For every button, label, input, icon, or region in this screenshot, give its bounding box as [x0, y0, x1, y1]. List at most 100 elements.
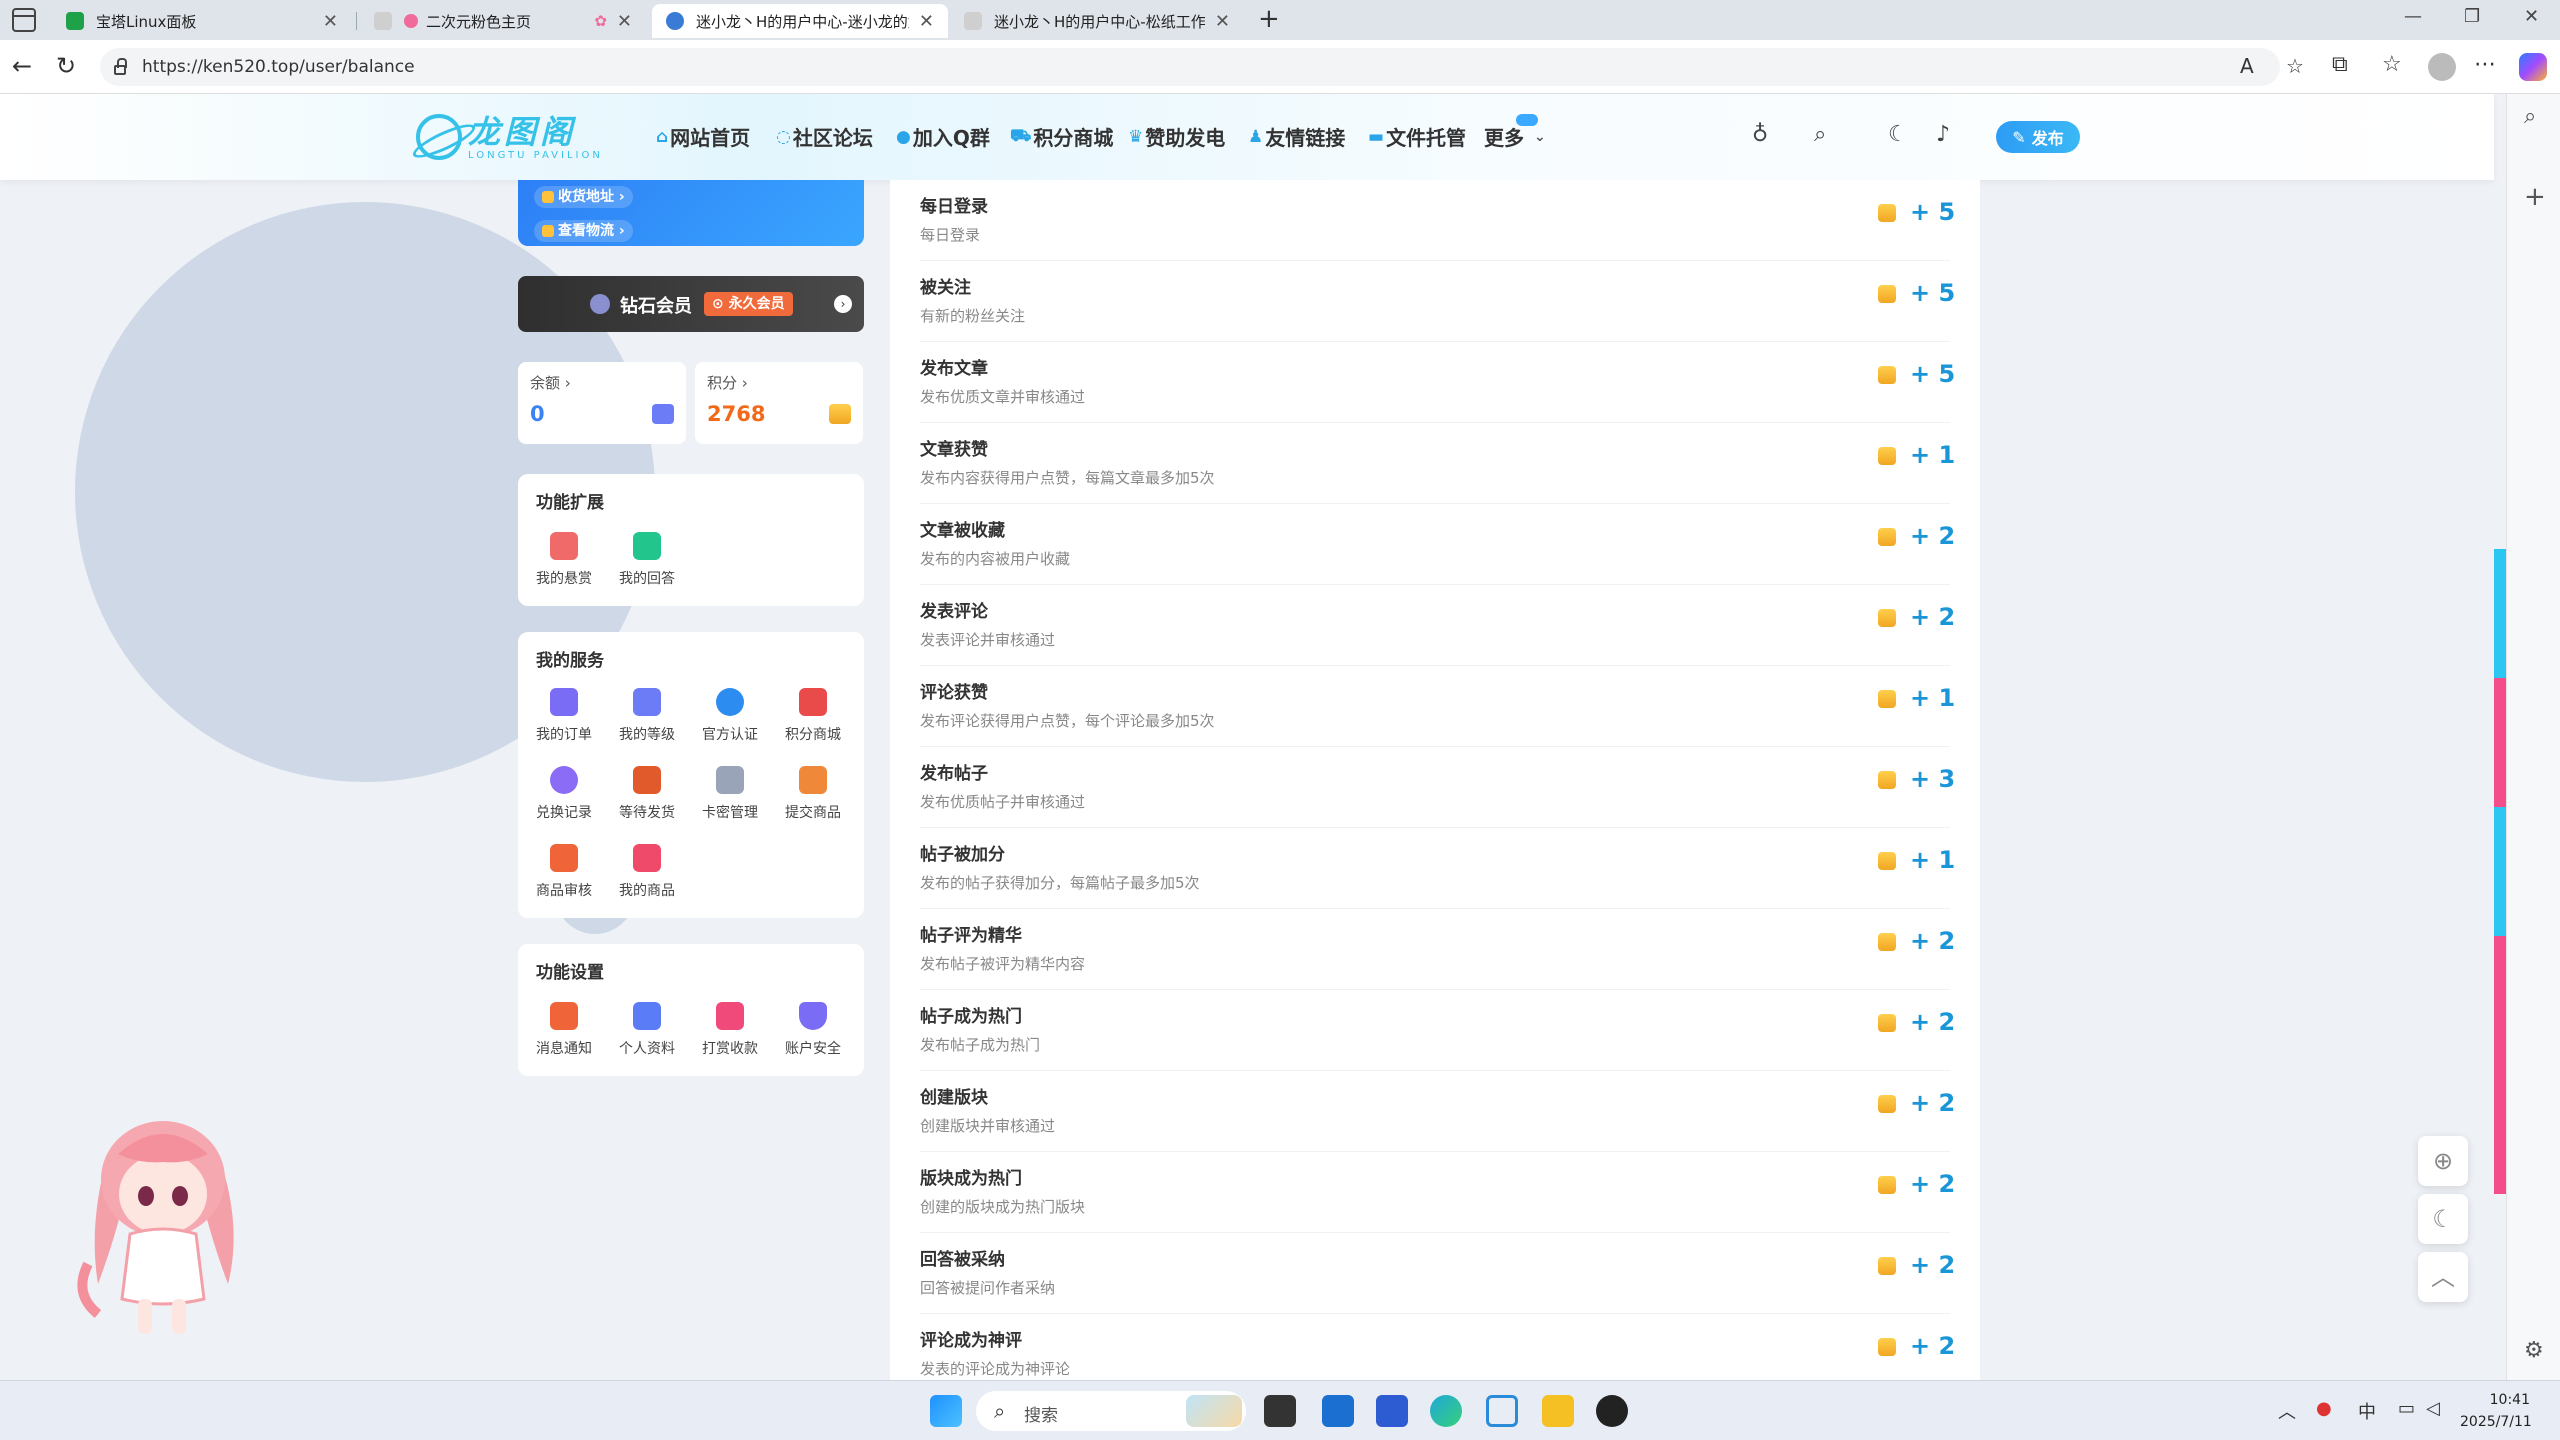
settings-gear-icon[interactable]: ⚙ [2524, 1338, 2544, 1363]
lock-icon[interactable] [114, 58, 127, 75]
windows-start-icon[interactable] [930, 1395, 962, 1427]
grid-item-level[interactable]: 我的等级 [607, 688, 687, 756]
grid-item-security[interactable]: 账户安全 [773, 1002, 853, 1070]
balance-label: 余额 [530, 374, 561, 392]
rule-description: 创建版块并审核通过 [920, 1117, 1056, 1135]
close-icon[interactable]: ✕ [323, 11, 338, 32]
copilot-icon[interactable] [2519, 53, 2547, 81]
dark-mode-icon[interactable]: ☾ [1888, 122, 1908, 147]
exchange-icon [550, 766, 578, 794]
bell-icon [550, 1002, 578, 1030]
restore-icon[interactable]: ❐ [2464, 6, 2480, 27]
ime-indicator[interactable]: 中 [2358, 1398, 2376, 1424]
add-icon[interactable]: + [2524, 182, 2546, 212]
grid-label: 账户安全 [785, 1041, 841, 1057]
nav-item-home[interactable]: ⌂ 网站首页 [656, 122, 750, 151]
read-aloud-icon[interactable]: A [2240, 54, 2254, 78]
grid-item-verified[interactable]: 官方认证 [690, 688, 770, 756]
coins-icon [1878, 285, 1896, 303]
extensions-icon[interactable]: ⧉ [2332, 52, 2348, 77]
nav-item-links[interactable]: ♟ 友情链接 [1248, 122, 1345, 151]
address-link[interactable]: 收货地址 › [534, 186, 633, 208]
grid-item-bounty[interactable]: 我的悬赏 [524, 532, 604, 600]
snipping-tool-icon[interactable] [1486, 1395, 1518, 1427]
back-icon[interactable]: ← [12, 52, 32, 80]
publish-button[interactable]: ✎ 发布 [1996, 121, 2080, 153]
nav-item-more[interactable]: 更多 ⌄ [1484, 122, 1546, 151]
grid-item-product-review[interactable]: 商品审核 [524, 844, 604, 912]
taskbar-search-box[interactable]: ⌕ 搜索 [976, 1391, 1246, 1431]
network-icon[interactable]: ▭ [2398, 1398, 2415, 1419]
store-icon[interactable] [1376, 1395, 1408, 1427]
grid-item-profile[interactable]: 个人资料 [607, 1002, 687, 1070]
grid-item-submit-product[interactable]: 提交商品 [773, 766, 853, 834]
more-icon[interactable]: ⋯ [2474, 52, 2496, 77]
bt-panel-favicon-icon [66, 12, 84, 30]
nav-item-points-store[interactable]: ⛟ 积分商城 [1010, 122, 1113, 151]
rule-description: 发布的内容被用户收藏 [920, 550, 1071, 568]
anime-mascot-image[interactable] [68, 1084, 258, 1344]
lightbulb-icon[interactable]: ♁ [1752, 122, 1768, 147]
rule-title: 文章获赞 [920, 440, 988, 460]
balance-card[interactable]: 余额 › 0 [518, 362, 686, 444]
back-to-top-button[interactable]: ︿ [2418, 1252, 2468, 1302]
search-icon[interactable]: ⌕ [1814, 122, 1826, 147]
rule-points: + 2 [1910, 1332, 1956, 1360]
new-tab-icon[interactable]: + [1258, 4, 1280, 34]
search-icon[interactable]: ⌕ [2524, 104, 2536, 129]
chevron-right-icon[interactable]: › [834, 295, 852, 313]
qq-tray-icon[interactable]: ● [2316, 1398, 2332, 1419]
close-icon[interactable]: ✕ [1215, 11, 1230, 32]
url-text[interactable]: https://ken520.top/user/balance [142, 57, 415, 77]
chevron-up-icon[interactable]: ︿ [2278, 1398, 2296, 1424]
level-icon [633, 688, 661, 716]
profile-icon[interactable] [2428, 53, 2456, 81]
system-clock[interactable]: 10:41 2025/7/11 [2460, 1389, 2532, 1433]
close-icon[interactable]: ✕ [617, 11, 632, 32]
points-card[interactable]: 积分 › 2768 [695, 362, 863, 444]
add-float-button[interactable]: ⊕ [2418, 1136, 2468, 1186]
grid-item-exchange[interactable]: 兑换记录 [524, 766, 604, 834]
close-window-icon[interactable]: ✕ [2524, 6, 2539, 27]
nav-label: 社区论坛 [792, 126, 873, 150]
edge-browser-icon[interactable] [1430, 1395, 1462, 1427]
favorite-star-icon[interactable]: ☆ [2286, 54, 2304, 78]
site-logo[interactable]: 龙图阁 LONGTU PAVILION [416, 108, 603, 166]
scrollbar-decoration[interactable] [2494, 549, 2506, 1194]
grid-item-my-products[interactable]: 我的商品 [607, 844, 687, 912]
nav-item-forum[interactable]: ◌ 社区论坛 [776, 122, 873, 151]
volume-icon[interactable]: ◁ [2426, 1398, 2440, 1419]
grid-item-orders[interactable]: 我的订单 [524, 688, 604, 756]
dark-mode-float-button[interactable]: ☾ [2418, 1194, 2468, 1244]
refresh-icon[interactable]: ↻ [56, 52, 76, 80]
browser-tab-active[interactable]: 迷小龙丶H的用户中心-迷小龙的龙图阁 ✕ [652, 4, 948, 38]
vip-banner[interactable]: 钻石会员 ⊙ 永久会员 › [518, 276, 864, 332]
grid-item-tips[interactable]: 打赏收款 [690, 1002, 770, 1070]
grid-item-answers[interactable]: 我的回答 [607, 532, 687, 600]
browser-tab[interactable]: 迷小龙丶H的用户中心-松纸工作室 ✕ [950, 4, 1244, 38]
grid-item-shipping[interactable]: 等待发货 [607, 766, 687, 834]
browser-tab[interactable]: 宝塔Linux面板 ✕ [52, 4, 352, 38]
address-bar[interactable]: https://ken520.top/user/balance A ☆ [100, 48, 2304, 86]
grid-item-notifications[interactable]: 消息通知 [524, 1002, 604, 1070]
browser-tab[interactable]: 二次元粉色主页 ✿ ✕ [360, 4, 646, 38]
collections-icon[interactable]: ☆ [2382, 52, 2402, 77]
grid-item-card-keys[interactable]: 卡密管理 [690, 766, 770, 834]
task-view-icon[interactable] [1264, 1395, 1296, 1427]
file-explorer-icon[interactable] [1542, 1395, 1574, 1427]
nav-item-file-hosting[interactable]: ▬ 文件托管 [1368, 122, 1466, 151]
rule-points: + 2 [1910, 927, 1956, 955]
bell-icon[interactable]: ♪ [1936, 122, 1950, 147]
rule-title: 被关注 [920, 278, 971, 298]
outlook-icon[interactable] [1322, 1395, 1354, 1427]
grid-item-points-store[interactable]: 积分商城 [773, 688, 853, 756]
close-icon[interactable]: ✕ [919, 11, 934, 32]
qq-icon[interactable] [1596, 1395, 1628, 1427]
nav-item-sponsor[interactable]: ♛ 赞助发电 [1128, 122, 1225, 151]
dragon-favicon-icon [666, 12, 684, 30]
more-badge [1516, 114, 1538, 126]
tab-actions-icon[interactable] [12, 8, 36, 32]
logistics-link[interactable]: 查看物流 › [534, 220, 633, 242]
nav-item-qq-group[interactable]: ● 加入Q群 [896, 122, 990, 151]
minimize-icon[interactable]: — [2404, 6, 2422, 27]
